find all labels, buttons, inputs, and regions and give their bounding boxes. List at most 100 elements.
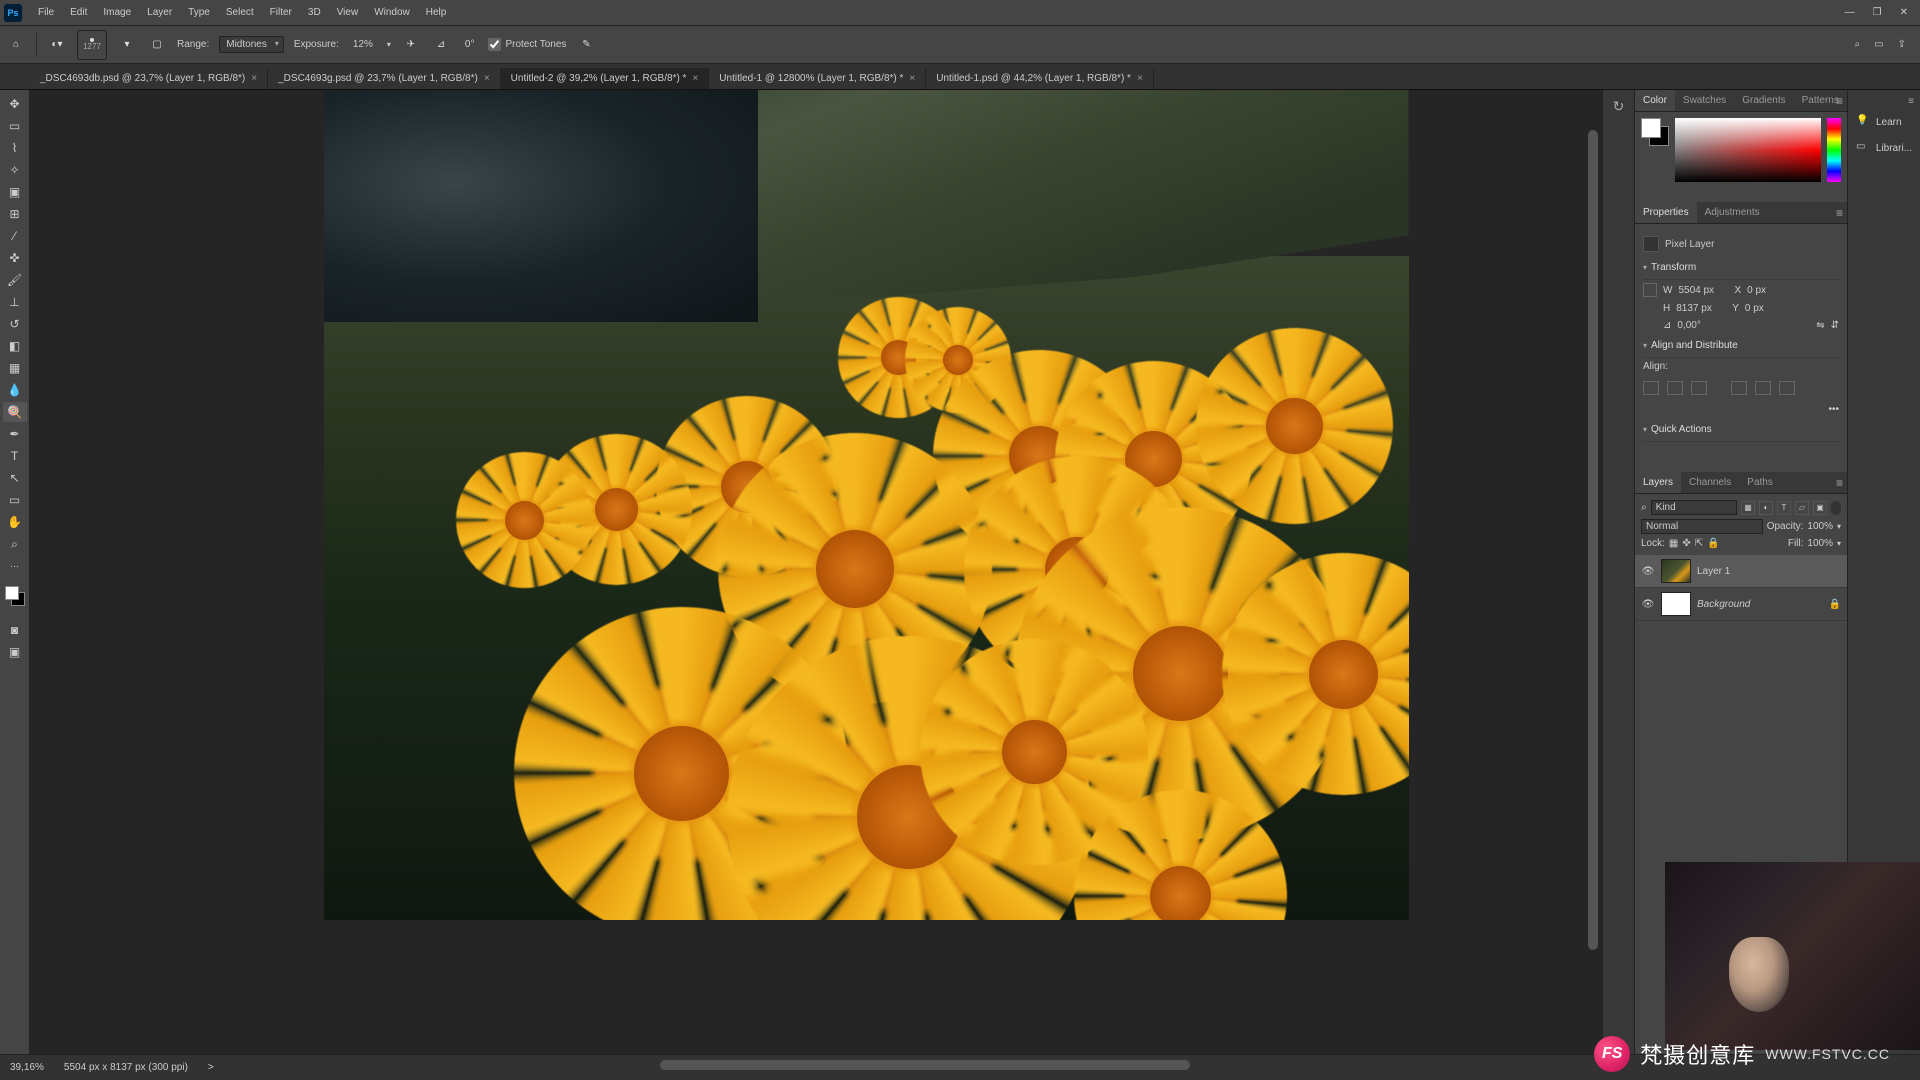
range-dropdown[interactable]: Midtones [219, 36, 284, 53]
visibility-icon[interactable]: 👁 [1641, 597, 1655, 611]
transform-section[interactable]: Transform [1643, 256, 1839, 280]
move-tool[interactable]: ✥ [3, 94, 27, 114]
x-input[interactable] [1747, 285, 1797, 296]
horizontal-scrollbar[interactable] [660, 1060, 1190, 1070]
close-tab-icon[interactable]: × [1137, 73, 1143, 84]
color-picker[interactable] [1675, 118, 1821, 182]
menu-3d[interactable]: 3D [300, 3, 329, 22]
gradient-tool[interactable]: ▦ [3, 358, 27, 378]
edit-toolbar[interactable]: ⋯ [3, 556, 27, 576]
menu-layer[interactable]: Layer [139, 3, 180, 22]
align-bottom[interactable] [1779, 381, 1795, 395]
layer-thumbnail[interactable] [1661, 559, 1691, 583]
menu-type[interactable]: Type [180, 3, 218, 22]
document-canvas[interactable] [324, 90, 1409, 920]
learn-button[interactable]: 💡Learn [1848, 109, 1920, 135]
tab-paths[interactable]: Paths [1739, 472, 1781, 493]
dodge-tool[interactable]: 🍭 [3, 402, 27, 422]
document-tab[interactable]: Untitled-2 @ 39,2% (Layer 1, RGB/8*) *× [501, 68, 710, 89]
fg-bg-swatch[interactable] [1641, 118, 1669, 146]
align-section[interactable]: Align and Distribute [1643, 334, 1839, 358]
brush-panel-icon[interactable]: ▢ [147, 35, 167, 55]
close-tab-icon[interactable]: × [484, 73, 490, 84]
history-brush-tool[interactable]: ↺ [3, 314, 27, 334]
filter-adjust-icon[interactable]: ◐ [1759, 501, 1773, 515]
visibility-icon[interactable]: 👁 [1641, 564, 1655, 578]
angle-icon[interactable]: ⊿ [431, 35, 451, 55]
expand-icon[interactable]: ≡ [1848, 94, 1920, 109]
close-button[interactable]: ✕ [1900, 7, 1908, 18]
color-swatch[interactable] [5, 586, 25, 606]
shape-tool[interactable]: ▭ [3, 490, 27, 510]
filter-type-icon[interactable]: T [1777, 501, 1791, 515]
flip-v-icon[interactable]: ⇵ [1831, 320, 1839, 331]
menu-view[interactable]: View [329, 3, 367, 22]
pen-tool[interactable]: ✒ [3, 424, 27, 444]
brush-preset[interactable]: 1277 [77, 30, 107, 60]
document-tab[interactable]: Untitled-1 @ 12800% (Layer 1, RGB/8*) *× [709, 68, 926, 89]
tab-color[interactable]: Color [1635, 90, 1675, 111]
lock-pixels-icon[interactable]: ▦ [1669, 538, 1678, 549]
history-icon[interactable]: ↻ [1609, 96, 1629, 116]
quickmask-tool[interactable]: ◙ [3, 620, 27, 640]
hue-slider[interactable] [1827, 118, 1841, 182]
search-icon[interactable]: ⌕ [1641, 502, 1647, 513]
status-arrow[interactable]: > [208, 1062, 214, 1073]
share-icon[interactable]: ⇪ [1898, 39, 1906, 50]
tab-gradients[interactable]: Gradients [1734, 90, 1793, 111]
layer-name[interactable]: Background [1697, 599, 1750, 610]
home-icon[interactable]: ⌂ [6, 35, 26, 55]
minimize-button[interactable]: — [1845, 7, 1855, 18]
flip-h-icon[interactable]: ⇋ [1816, 320, 1824, 331]
link-icon[interactable] [1643, 283, 1657, 297]
close-tab-icon[interactable]: × [251, 73, 257, 84]
tab-channels[interactable]: Channels [1681, 472, 1739, 493]
align-left[interactable] [1643, 381, 1659, 395]
lasso-tool[interactable]: ⌇ [3, 138, 27, 158]
align-hcenter[interactable] [1667, 381, 1683, 395]
align-top[interactable] [1731, 381, 1747, 395]
eraser-tool[interactable]: ◧ [3, 336, 27, 356]
y-input[interactable] [1745, 303, 1795, 314]
filter-shape-icon[interactable]: ▱ [1795, 501, 1809, 515]
workspace-icon[interactable]: ▭ [1874, 39, 1883, 50]
screenmode-tool[interactable]: ▣ [3, 642, 27, 662]
close-tab-icon[interactable]: × [692, 73, 698, 84]
healing-tool[interactable]: ✜ [3, 248, 27, 268]
canvas-area[interactable] [30, 90, 1602, 1054]
filter-pixel-icon[interactable]: ▦ [1741, 501, 1755, 515]
libraries-button[interactable]: ▭Librari... [1848, 135, 1920, 161]
panel-menu-icon[interactable]: ≡ [1836, 476, 1843, 490]
search-icon[interactable]: ⌕ [1855, 39, 1861, 50]
filter-toggle[interactable] [1831, 501, 1841, 515]
menu-image[interactable]: Image [95, 3, 139, 22]
filter-type[interactable]: Kind [1651, 500, 1737, 515]
stamp-tool[interactable]: ⊥ [3, 292, 27, 312]
filter-smart-icon[interactable]: ▣ [1813, 501, 1827, 515]
layer-name[interactable]: Layer 1 [1697, 566, 1730, 577]
quick-actions-section[interactable]: Quick Actions [1643, 418, 1839, 442]
pressure-icon[interactable]: ✎ [576, 35, 596, 55]
hand-tool[interactable]: ✋ [3, 512, 27, 532]
height-input[interactable] [1676, 303, 1726, 314]
blur-tool[interactable]: 💧 [3, 380, 27, 400]
protect-tones-checkbox[interactable]: Protect Tones [488, 38, 566, 51]
frame-tool[interactable]: ⊞ [3, 204, 27, 224]
angle-input[interactable] [1677, 320, 1727, 331]
angle-value[interactable]: 0° [461, 39, 479, 50]
brush-tool[interactable]: 🖌 [3, 270, 27, 290]
align-vcenter[interactable] [1755, 381, 1771, 395]
marquee-tool[interactable]: ▭ [3, 116, 27, 136]
zoom-tool[interactable]: ⌕ [3, 534, 27, 554]
eyedropper-tool[interactable]: ⁄ [3, 226, 27, 246]
blend-mode[interactable]: Normal [1641, 519, 1763, 534]
vertical-scrollbar[interactable] [1588, 130, 1598, 950]
zoom-level[interactable]: 39,16% [10, 1062, 44, 1073]
document-tab[interactable]: Untitled-1.psd @ 44,2% (Layer 1, RGB/8*)… [926, 68, 1154, 89]
tool-preset-icon[interactable]: ◐▾ [47, 35, 67, 55]
airbrush-icon[interactable]: ✈ [401, 35, 421, 55]
lock-all-icon[interactable]: 🔒 [1707, 538, 1719, 549]
crop-tool[interactable]: ▣ [3, 182, 27, 202]
menu-help[interactable]: Help [418, 3, 455, 22]
width-input[interactable] [1678, 285, 1728, 296]
